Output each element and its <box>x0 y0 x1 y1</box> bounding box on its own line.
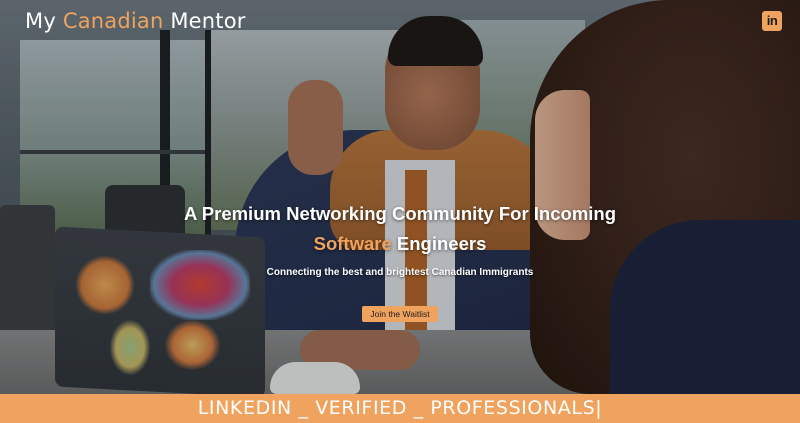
join-waitlist-button[interactable]: Join the Waitlist <box>362 306 438 322</box>
brand-accent: Canadian <box>62 9 164 33</box>
site-logo[interactable]: My Canadian Mentor <box>25 9 246 33</box>
image-overlay <box>0 0 800 394</box>
ticker-bar: LINKEDIN _ VERIFIED _ PROFESSIONALS| <box>0 394 800 423</box>
ticker-text: LINKEDIN _ VERIFIED _ PROFESSIONALS| <box>197 397 603 419</box>
headline-accent: Software <box>313 233 392 254</box>
hero-headline: A Premium Networking Community For Incom… <box>183 203 617 224</box>
brand-suffix: Mentor <box>163 9 246 33</box>
linkedin-icon[interactable]: in <box>762 11 782 31</box>
brand-prefix: My <box>25 9 63 33</box>
headline-rest: Engineers <box>391 233 487 254</box>
hero-background-image <box>0 0 800 394</box>
hero-headline-line2: Software Engineers <box>0 233 800 255</box>
hero-subheadline: Connecting the best and brightest Canadi… <box>266 267 534 278</box>
